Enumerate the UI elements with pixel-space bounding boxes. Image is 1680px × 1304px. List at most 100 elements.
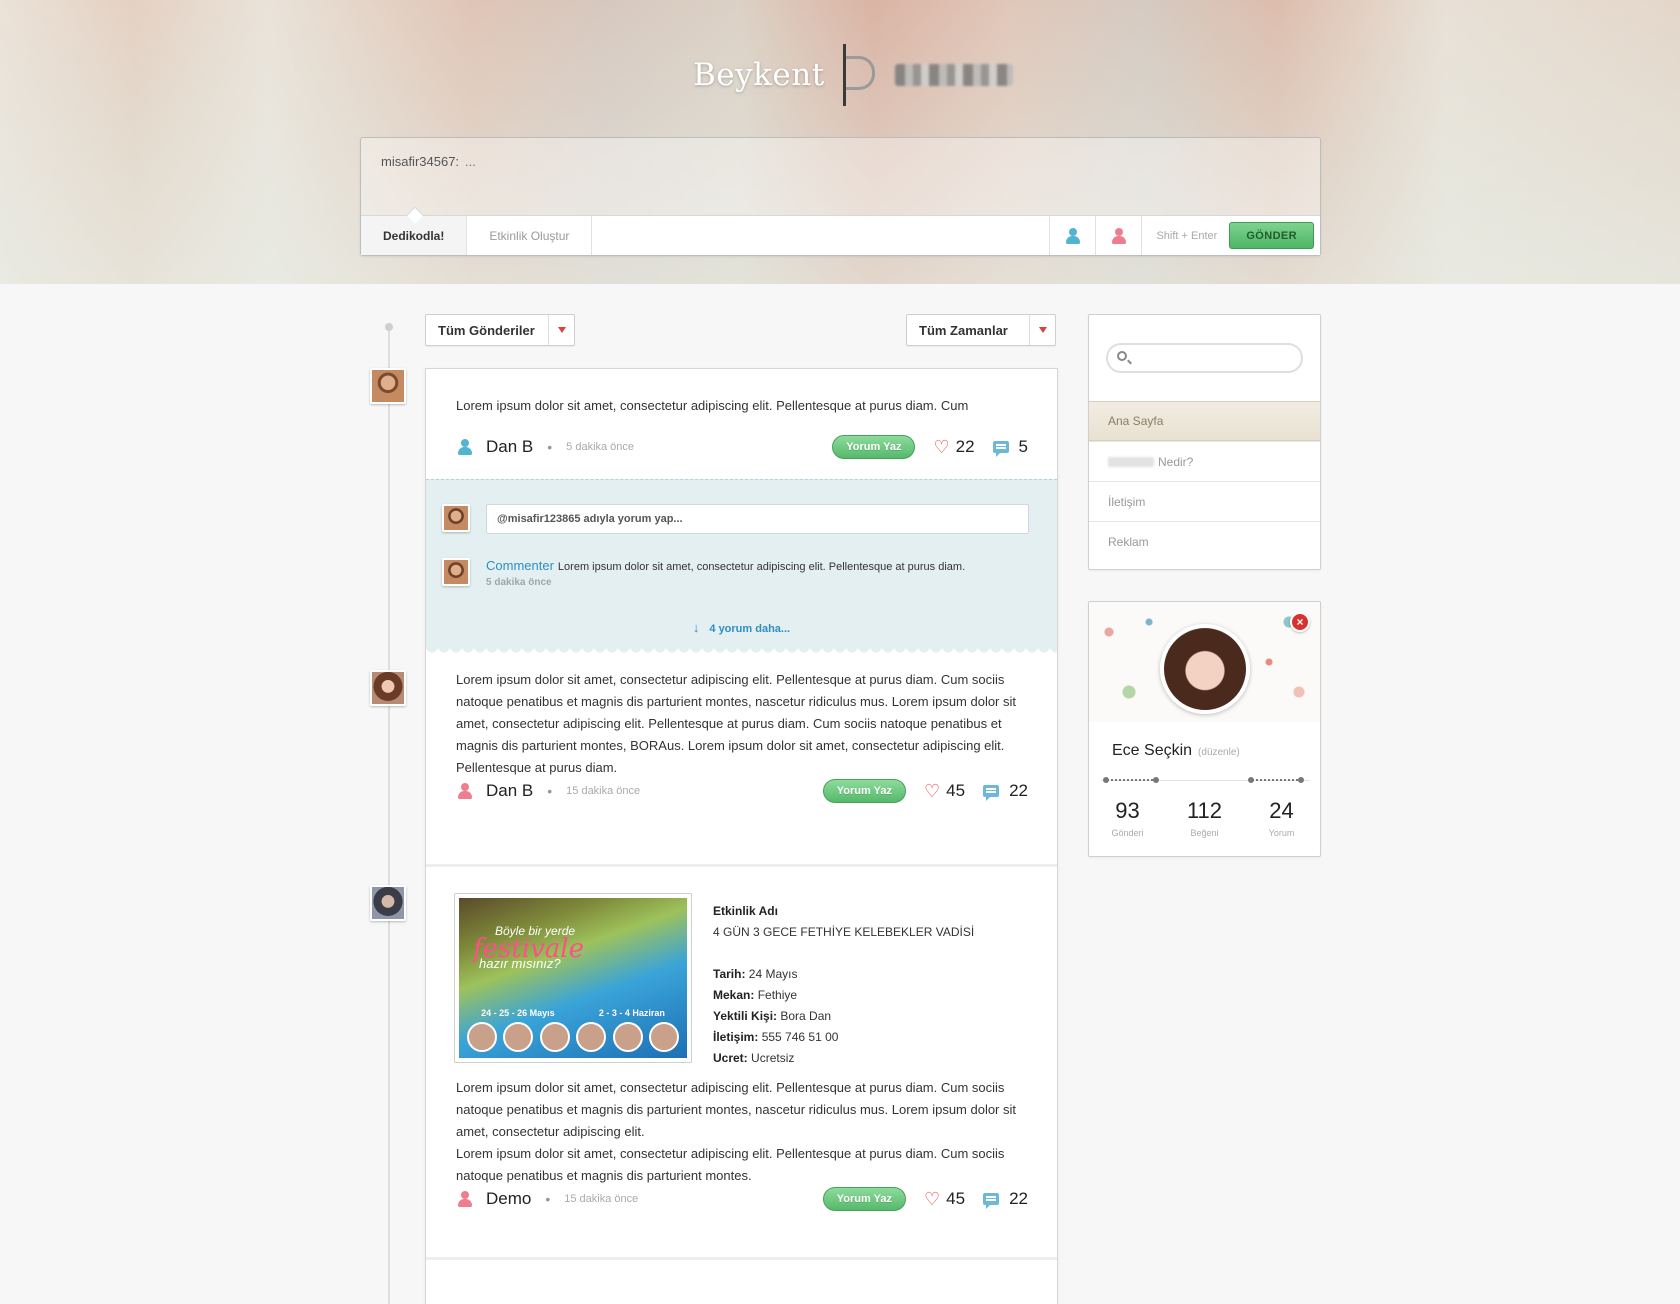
- tab-create-event[interactable]: Etkinlik Oluştur: [467, 216, 593, 255]
- like-count[interactable]: ♡ 22: [933, 437, 974, 457]
- comment-section: @misafir123865 adıyla yorum yap... Comme…: [426, 479, 1057, 655]
- female-user-icon: [458, 783, 472, 799]
- like-count[interactable]: ♡ 45: [924, 781, 965, 801]
- post-time: 5 dakika önce: [566, 441, 635, 453]
- profile-name: Ece Seçkin: [1112, 742, 1193, 759]
- chevron-down-icon: [1038, 327, 1047, 333]
- poster-dates: 24 - 25 - 26 Mayıs 2 - 3 - 4 Haziran: [459, 1008, 687, 1018]
- sidebar-item-ads[interactable]: Reklam: [1089, 521, 1320, 561]
- event-date-label: Tarih:: [713, 967, 746, 981]
- female-option-button[interactable]: [1096, 216, 1143, 255]
- sidebar-item-about[interactable]: Nedir?: [1089, 441, 1320, 481]
- heart-icon: ♡: [924, 1189, 941, 1209]
- poster-face: [576, 1022, 607, 1052]
- event-date: 24 Mayıs: [748, 967, 798, 981]
- post-meta: Dan B • 15 dakika önce Yorum Yaz ♡ 45 22: [458, 779, 1028, 803]
- poster-face: [503, 1022, 534, 1052]
- more-comments-link[interactable]: ↓ 4 yorum daha...: [426, 620, 1057, 635]
- write-comment-button[interactable]: Yorum Yaz: [832, 435, 916, 459]
- poster-line-3: hazır mısınız?: [479, 956, 561, 971]
- comment-bubble-icon: [983, 785, 1000, 801]
- composer-username: misafir34567:: [381, 154, 460, 169]
- comment-count[interactable]: 22: [983, 781, 1028, 801]
- meta-separator: •: [547, 783, 553, 799]
- avatar[interactable]: [370, 670, 406, 706]
- sidebar-item-home[interactable]: Ana Sayfa: [1089, 401, 1320, 441]
- menu-items: Ana Sayfa Nedir? İletişim Reklam: [1089, 401, 1320, 561]
- commenter-name[interactable]: Commenter: [486, 558, 554, 573]
- composer-toolbar-spacer: [592, 216, 1051, 255]
- brand[interactable]: Beykent: [693, 44, 1013, 106]
- time-filter-dropdown[interactable]: Tüm Zamanlar: [906, 314, 1056, 346]
- sidebar-menu: Ana Sayfa Nedir? İletişim Reklam: [1088, 314, 1321, 570]
- write-comment-button[interactable]: Yorum Yaz: [822, 779, 907, 803]
- comment-count-value: 22: [1009, 781, 1028, 800]
- poster-dates-1: 24 - 25 - 26 Mayıs: [481, 1008, 555, 1018]
- stat-comments[interactable]: 24 Yorum: [1247, 798, 1317, 838]
- brand-logo-icon: [842, 44, 877, 106]
- like-count[interactable]: ♡ 45: [924, 1189, 965, 1209]
- stat-label: Yorum: [1268, 828, 1295, 838]
- composer-placeholder: ...: [465, 154, 476, 169]
- poster-dates-2: 2 - 3 - 4 Haziran: [598, 1008, 665, 1018]
- header-banner: Beykent misafir34567:... Dedikodla! Etki…: [0, 0, 1680, 284]
- post-author[interactable]: Demo: [486, 1189, 531, 1209]
- comment-count[interactable]: 22: [983, 1189, 1028, 1209]
- event-poster-image: Böyle bir yerde festivale hazır mısınız?…: [459, 898, 687, 1058]
- time-filter-toggle[interactable]: [1029, 315, 1055, 345]
- meta-separator: •: [547, 439, 553, 455]
- event-poster[interactable]: Böyle bir yerde festivale hazır mısınız?…: [454, 893, 692, 1063]
- male-option-button[interactable]: [1050, 216, 1097, 255]
- timeline-start-dot: [385, 323, 393, 331]
- stat-value: 93: [1115, 798, 1140, 823]
- more-comments-label: 4 yorum daha...: [709, 623, 791, 635]
- post-text: Lorem ipsum dolor sit amet, consectetur …: [426, 1077, 1057, 1187]
- comment-text: Lorem ipsum dolor sit amet, consectetur …: [557, 561, 966, 573]
- event-contact-person-label: Yektili Kişi:: [713, 1009, 778, 1023]
- send-button[interactable]: GÖNDER: [1229, 222, 1314, 249]
- poster-face: [612, 1022, 643, 1052]
- stat-likes[interactable]: 112 Beğeni: [1170, 798, 1240, 838]
- stat-label: Gönderi: [1111, 828, 1144, 838]
- brand-name: Beykent: [693, 57, 825, 93]
- profile-edit-link[interactable]: (düzenle): [1198, 747, 1240, 758]
- event-place-label: Mekan:: [713, 988, 755, 1002]
- avatar[interactable]: [370, 885, 406, 921]
- stat-divider-left: [1103, 776, 1159, 784]
- post-meta: Dan B • 5 dakika önce Yorum Yaz ♡ 22 5: [458, 435, 1028, 459]
- heart-icon: ♡: [933, 437, 950, 457]
- event-phone: 555 746 51 00: [761, 1030, 839, 1044]
- comment-input[interactable]: @misafir123865 adıyla yorum yap...: [486, 504, 1029, 534]
- profile-photo[interactable]: [1160, 624, 1250, 714]
- poster-face: [539, 1022, 570, 1052]
- avatar[interactable]: [442, 504, 470, 532]
- avatar[interactable]: [442, 558, 470, 586]
- poster-faces: [467, 1022, 679, 1052]
- comment-count-value: 5: [1018, 437, 1028, 456]
- stat-label: Beğeni: [1190, 828, 1219, 838]
- profile-card: × Ece Seçkin (düzenle) 93 Gönderi 112 Beğ…: [1088, 601, 1321, 857]
- close-icon[interactable]: ×: [1290, 612, 1310, 632]
- post-author[interactable]: Dan B: [486, 437, 533, 457]
- event-post: Böyle bir yerde festivale hazır mısınız?…: [426, 867, 1057, 1257]
- poster-face: [467, 1022, 497, 1052]
- stat-posts[interactable]: 93 Gönderi: [1093, 798, 1163, 838]
- search-input[interactable]: [1106, 343, 1303, 373]
- event-phone-label: İletişim:: [713, 1030, 759, 1044]
- post-author[interactable]: Dan B: [486, 781, 533, 801]
- avatar[interactable]: [370, 368, 406, 404]
- post-text: Lorem ipsum dolor sit amet, consectetur …: [456, 672, 1017, 775]
- posts-filter-toggle[interactable]: [548, 315, 574, 345]
- profile-stats: 93 Gönderi 112 Beğeni 24 Yorum: [1089, 798, 1320, 838]
- write-comment-button[interactable]: Yorum Yaz: [822, 1187, 907, 1211]
- comment-count[interactable]: 5: [992, 437, 1028, 457]
- female-user-icon: [458, 1191, 472, 1207]
- comment-bubble-icon: [992, 441, 1009, 457]
- post-text-paragraph: Lorem ipsum dolor sit amet, consectetur …: [456, 1080, 1017, 1139]
- timeline-line: [388, 327, 390, 1304]
- blurred-brand-text: [1108, 456, 1154, 467]
- like-count-value: 45: [946, 1189, 966, 1208]
- composer-input[interactable]: misafir34567:...: [381, 154, 476, 169]
- sidebar-item-contact[interactable]: İletişim: [1089, 481, 1320, 521]
- posts-filter-dropdown[interactable]: Tüm Gönderiler: [425, 314, 575, 346]
